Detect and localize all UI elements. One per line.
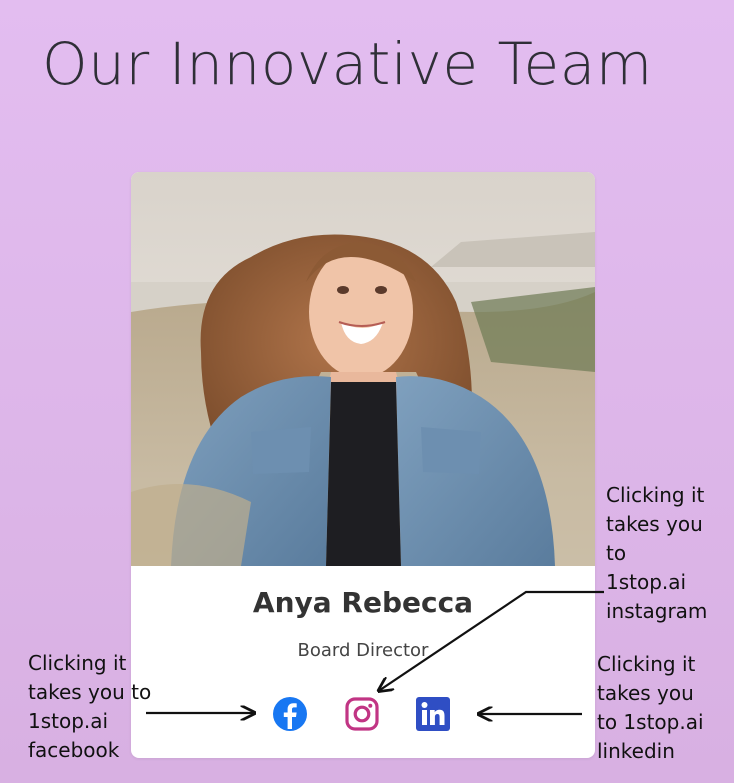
facebook-annotation: Clicking it takes you to 1stop.ai facebo… [28,651,152,762]
linkedin-link[interactable] [415,696,451,732]
instagram-icon [345,697,379,731]
instagram-annotation: Clicking it takes you to 1stop.ai instag… [606,483,708,623]
instagram-link[interactable] [344,696,380,732]
linkedin-icon [416,697,450,731]
member-name: Anya Rebecca [252,586,474,619]
page-title: Our Innovative Team [42,30,653,98]
facebook-link[interactable] [272,696,308,732]
member-role: Board Director [297,640,429,661]
linkedin-annotation: Clicking it takes you to 1stop.ai linked… [597,652,704,763]
facebook-icon [273,697,307,731]
member-photo [131,172,595,566]
team-member-card: Anya Rebecca Board Director [131,172,595,758]
